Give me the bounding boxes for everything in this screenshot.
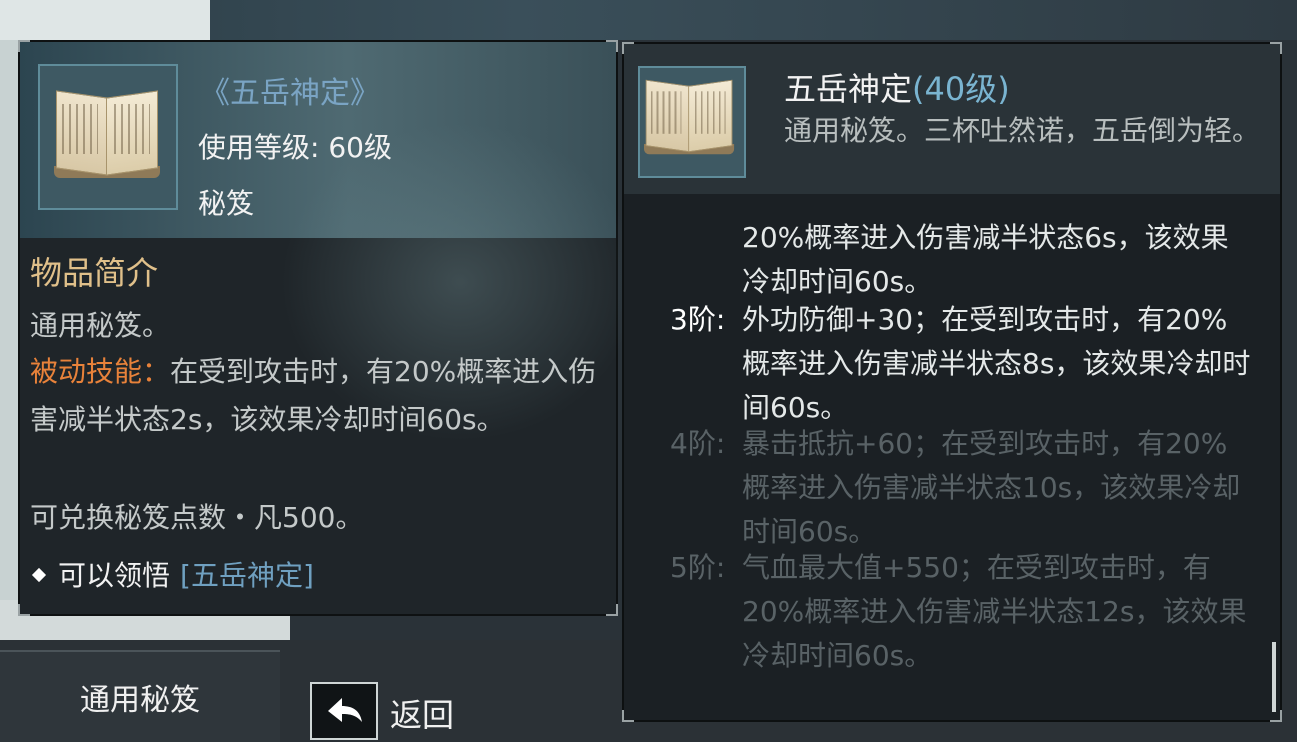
item-title: 《五岳神定》 bbox=[200, 76, 380, 111]
corner-ornament bbox=[1270, 42, 1282, 54]
item-icon-frame bbox=[38, 64, 178, 210]
back-arrow-icon bbox=[328, 698, 362, 722]
back-button[interactable] bbox=[310, 682, 378, 740]
learnable-skill-link[interactable]: [五岳神定] bbox=[180, 559, 314, 592]
tier-text: 20%概率进入伤害减半状态6s，该效果冷却时间60s。 bbox=[742, 221, 1229, 298]
item-type: 秘笈 bbox=[198, 187, 255, 220]
corner-ornament bbox=[606, 40, 618, 52]
scrollbar[interactable] bbox=[1272, 642, 1276, 712]
background-tab bbox=[0, 0, 210, 40]
corner-ornament bbox=[18, 604, 30, 616]
skill-detail-panel: 五岳神定(40级) 通用秘笈。三杯吐然诺，五岳倒为轻。 20%概率进入伤害减半状… bbox=[622, 42, 1282, 722]
tier-label: 4阶: bbox=[670, 427, 726, 460]
back-label[interactable]: 返回 bbox=[390, 690, 454, 736]
diamond-bullet-icon bbox=[31, 567, 47, 583]
skill-icon-frame bbox=[638, 66, 746, 178]
tier-text: 气血最大值+550；在受到攻击时，有20%概率进入伤害减半状态12s，该效果冷却… bbox=[742, 551, 1247, 672]
skill-level: (40级) bbox=[912, 70, 1010, 108]
tier-label: 5阶: bbox=[670, 551, 726, 584]
tab-general-secret-books[interactable]: 通用秘笈 bbox=[0, 650, 280, 742]
corner-ornament bbox=[18, 40, 30, 52]
item-tooltip-panel: 《五岳神定》 使用等级: 60级 秘笈 物品简介 通用秘笈。 被动技能：在受到攻… bbox=[18, 40, 640, 616]
secret-book-icon bbox=[54, 86, 162, 186]
section-heading: 物品简介 bbox=[30, 254, 159, 292]
corner-ornament bbox=[606, 604, 618, 616]
skill-name-text: 五岳神定 bbox=[784, 70, 913, 108]
background-left-strip bbox=[0, 40, 18, 640]
corner-ornament bbox=[622, 710, 634, 722]
passive-skill-description: 被动技能：在受到攻击时，有20%概率进入伤害减半状态2s，该效果冷却时间60s。 bbox=[30, 348, 600, 444]
skill-description: 通用秘笈。三杯吐然诺，五岳倒为轻。 bbox=[784, 114, 1261, 147]
skill-name: 五岳神定(40级) bbox=[784, 64, 1010, 110]
tier-label: 3阶: bbox=[670, 303, 726, 336]
secret-book-icon bbox=[644, 76, 736, 161]
learnable-row: 可以领悟 [五岳神定] bbox=[30, 554, 314, 594]
item-intro: 通用秘笈。 bbox=[30, 309, 171, 342]
tier-text: 暴击抵抗+60；在受到攻击时，有20%概率进入伤害减半状态10s，该效果冷却时间… bbox=[742, 427, 1241, 548]
learnable-prefix: 可以领悟 bbox=[58, 559, 171, 592]
passive-skill-label: 被动技能： bbox=[30, 355, 171, 388]
corner-ornament bbox=[622, 42, 634, 54]
exchange-points: 可兑换秘笈点数・凡500。 bbox=[30, 501, 364, 534]
tier-text: 外功防御+30；在受到攻击时，有20%概率进入伤害减半状态8s，该效果冷却时间6… bbox=[742, 303, 1251, 424]
item-use-level: 使用等级: 60级 bbox=[198, 131, 392, 164]
